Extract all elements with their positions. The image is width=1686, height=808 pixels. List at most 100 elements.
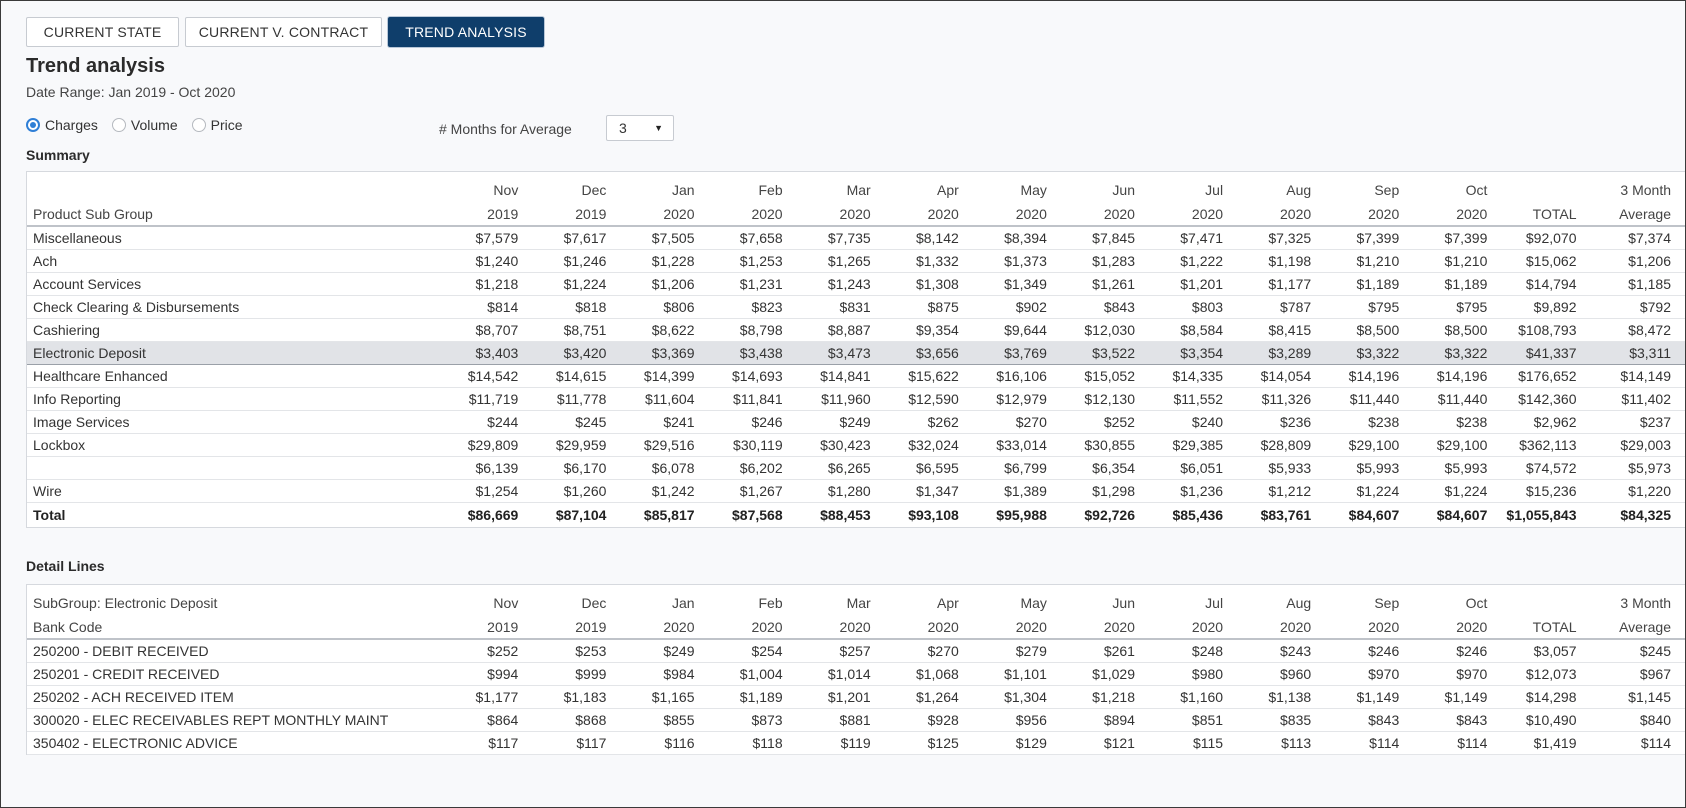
row-value: $1,206 <box>622 272 711 296</box>
row-value: $246 <box>710 410 799 434</box>
row-value: $362,113 <box>1503 433 1593 457</box>
column-year: 2019 <box>534 200 623 227</box>
row-value: $8,394 <box>974 226 1063 250</box>
total-value: $95,988 <box>996 507 1047 523</box>
row-value: $3,322 <box>1415 341 1504 365</box>
tab-current-v-contract[interactable]: CURRENT V. CONTRACT <box>185 17 382 47</box>
detail-table: SubGroup: Electronic Deposit Nov Dec Jan Fe… <box>26 584 1685 755</box>
row-value: $1,149 <box>1415 685 1504 709</box>
row-value: $9,892 <box>1503 295 1593 319</box>
table-row[interactable]: Miscellaneous $7,579 $7,617 $7,505 $7,658 $7,… <box>27 226 1685 250</box>
row-value: $1,138 <box>1239 685 1328 709</box>
table-row[interactable]: Info Reporting $11,719 $11,778 $11,604 $11,8… <box>27 387 1685 411</box>
table-row[interactable]: Wire $1,254 $1,260 $1,242 $1,267 $1,280 $1,347… <box>27 479 1685 503</box>
row-value: $1,210 <box>1327 249 1416 273</box>
row-value: $14,196 <box>1415 364 1504 388</box>
row-value: $1,246 <box>534 249 623 273</box>
radio-charges[interactable]: Charges <box>26 117 98 133</box>
radio-volume[interactable]: Volume <box>111 117 178 133</box>
row-value: $806 <box>622 295 711 319</box>
column-year: 2020 <box>622 200 711 227</box>
row-value: $121 <box>1062 731 1151 755</box>
radio-charges-label: Charges <box>45 117 98 133</box>
row-value: $29,809 <box>446 433 535 457</box>
row-value: $240 <box>1150 410 1240 434</box>
radio-price[interactable]: Price <box>191 117 243 133</box>
row-value: $1,165 <box>622 685 711 709</box>
table-row[interactable]: Lockbox $29,809 $29,959 $29,516 $30,119 $30,4… <box>27 433 1685 457</box>
row-value: $8,584 <box>1150 318 1240 342</box>
row-value: $835 <box>1239 708 1328 732</box>
row-value: $928 <box>886 708 975 732</box>
column-month: Jul <box>1205 595 1224 611</box>
row-value: $1,189 <box>1415 272 1504 296</box>
tab-trend-analysis[interactable]: TREND ANALYSIS <box>388 17 544 47</box>
radio-unchecked-icon[interactable] <box>111 118 126 132</box>
table-row[interactable]: 350402 - ELECTRONIC ADVICE $117 $117 $116 $1… <box>27 731 1685 755</box>
column-average-top: 3 Month <box>1620 182 1671 198</box>
total-value: $92,726 <box>1084 507 1135 523</box>
row-value: $29,385 <box>1150 433 1240 457</box>
table-row[interactable]: Cashiering $8,707 $8,751 $8,622 $8,798 $8,887… <box>27 318 1685 342</box>
row-value: $7,399 <box>1327 226 1416 250</box>
row-value: $9,644 <box>974 318 1063 342</box>
row-value: $257 <box>798 639 887 663</box>
total-value: $85,436 <box>1172 507 1224 523</box>
row-label: Healthcare Enhanced <box>27 364 447 388</box>
column-year: 2020 <box>710 200 799 227</box>
total-label: Total <box>33 507 66 523</box>
row-value: $30,423 <box>798 433 887 457</box>
row-value: $967 <box>1592 662 1685 686</box>
row-value: $803 <box>1150 295 1240 319</box>
row-value: $246 <box>1415 639 1504 663</box>
column-month: Aug <box>1286 182 1312 198</box>
row-label: Ach <box>27 249 447 273</box>
radio-unchecked-icon[interactable] <box>191 118 206 132</box>
detail-subgroup-label: SubGroup: Electronic Deposit <box>33 595 218 611</box>
months-average-select[interactable]: 3 ▼ <box>606 115 674 141</box>
row-value: $2,962 <box>1503 410 1593 434</box>
table-row[interactable]: 250200 - DEBIT RECEIVED $252 $253 $249 $254 $… <box>27 639 1685 663</box>
row-value: $6,051 <box>1150 456 1240 480</box>
table-row[interactable]: Electronic Deposit $3,403 $3,420 $3,369 $3,4… <box>27 341 1685 365</box>
row-value: $114 <box>1415 731 1504 755</box>
row-value: $245 <box>534 410 623 434</box>
total-value: $87,568 <box>732 507 783 523</box>
row-value: $113 <box>1239 731 1328 755</box>
table-row[interactable]: 300020 - ELEC RECEIVABLES REPT MONTHLY M… <box>27 708 1685 732</box>
row-value: $15,062 <box>1503 249 1593 273</box>
row-value: $117 <box>534 731 623 755</box>
table-row[interactable]: 250201 - CREDIT RECEIVED $994 $999 $984 $1,0… <box>27 662 1685 686</box>
table-row[interactable]: Account Services $1,218 $1,224 $1,206 $1,231… <box>27 272 1685 296</box>
row-label: 300020 - ELEC RECEIVABLES REPT MONTHLY M… <box>27 708 447 732</box>
table-row[interactable]: Healthcare Enhanced $14,542 $14,615 $14,399… <box>27 364 1685 388</box>
tab-current-state[interactable]: CURRENT STATE <box>26 17 179 47</box>
row-value: $12,030 <box>1062 318 1151 342</box>
table-row[interactable]: Check Clearing & Disbursements $814 $818 $8… <box>27 295 1685 319</box>
detail-section-label: Detail Lines <box>26 558 105 574</box>
row-value: $3,438 <box>710 341 799 365</box>
table-row[interactable]: Ach $1,240 $1,246 $1,228 $1,253 $1,265 $1,332 $… <box>27 249 1685 273</box>
row-value: $1,332 <box>886 249 975 273</box>
radio-volume-label: Volume <box>130 117 178 133</box>
radio-checked-icon[interactable] <box>26 118 40 132</box>
row-value: $1,240 <box>446 249 535 273</box>
column-month: May <box>1020 182 1047 198</box>
column-month: Feb <box>758 595 783 611</box>
table-row[interactable]: Image Services $244 $245 $241 $246 $249 $262 $2… <box>27 410 1685 434</box>
table-row[interactable]: 250202 - ACH RECEIVED ITEM $1,177 $1,183 $1… <box>27 685 1685 709</box>
row-value: $30,855 <box>1062 433 1151 457</box>
column-total-blank <box>1503 585 1592 613</box>
table-row[interactable]: $6,139 $6,170 $6,078 $6,202 $6,265 $6,595 $6,7… <box>27 456 1685 480</box>
column-average-top: 3 Month <box>1620 595 1671 611</box>
row-value: $16,106 <box>974 364 1063 388</box>
column-year: 2020 <box>798 613 887 640</box>
row-value: $881 <box>798 708 887 732</box>
row-value: $270 <box>974 410 1063 434</box>
column-year: 2020 <box>886 200 975 227</box>
row-value: $1,298 <box>1062 479 1151 503</box>
column-total: TOTAL <box>1503 613 1593 640</box>
row-value: $8,415 <box>1239 318 1328 342</box>
column-month: Jan <box>671 595 695 611</box>
row-value: $1,389 <box>974 479 1063 503</box>
